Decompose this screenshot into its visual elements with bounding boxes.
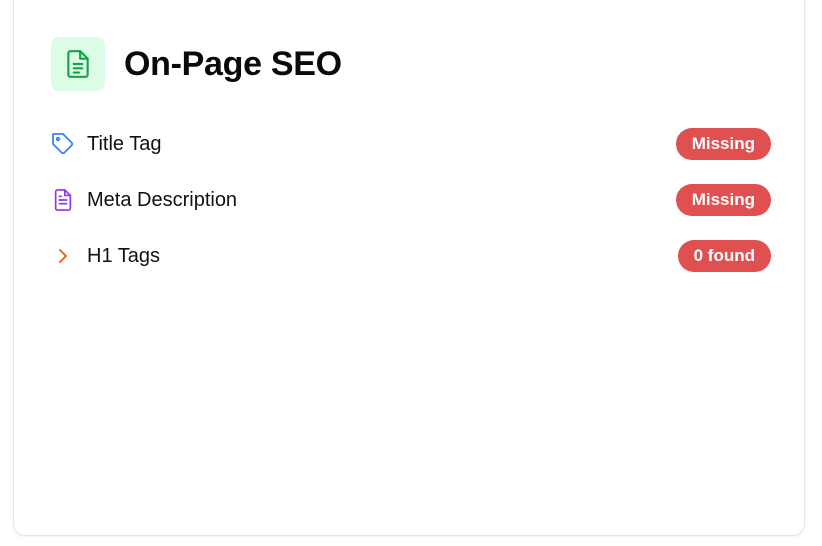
card-title: On-Page SEO bbox=[124, 44, 342, 83]
seo-check-list: Title Tag Missing Meta Description Missi… bbox=[51, 116, 771, 284]
card-header: On-Page SEO bbox=[51, 37, 342, 91]
status-badge: Missing bbox=[675, 128, 771, 160]
list-item-label: Title Tag bbox=[87, 132, 162, 155]
list-item-label: H1 Tags bbox=[87, 244, 161, 267]
on-page-seo-card: On-Page SEO Title Tag Missing Meta Descr… bbox=[13, 0, 805, 536]
list-item-meta-description: Meta Description Missing bbox=[51, 172, 771, 228]
document-icon bbox=[51, 37, 105, 91]
list-item-label: Meta Description bbox=[87, 188, 238, 211]
list-item-title-tag: Title Tag Missing bbox=[51, 116, 771, 172]
document-icon bbox=[51, 188, 75, 212]
chevron-right-icon bbox=[51, 244, 75, 268]
list-item-h1-tags: H1 Tags 0 found bbox=[51, 228, 771, 284]
status-badge: 0 found bbox=[677, 240, 771, 272]
tag-icon bbox=[51, 132, 75, 156]
status-badge: Missing bbox=[675, 184, 771, 216]
